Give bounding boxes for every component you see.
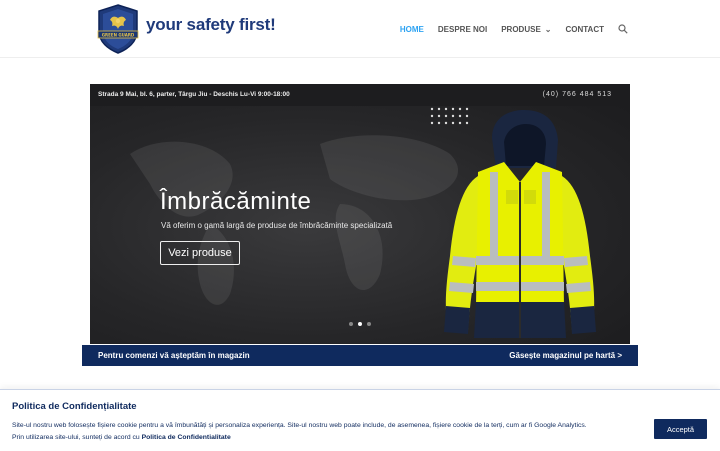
privacy-policy-link[interactable]: Politica de Confidentialitate <box>142 434 231 441</box>
nav-label: DESPRE NOI <box>437 24 488 34</box>
cookie-banner: Politica de Confidențialitate Site-ul no… <box>0 389 720 451</box>
cookie-text-line-1: Site-ul nostru web folosește fișiere coo… <box>12 422 587 429</box>
store-order-text: Pentru comenzi vă așteptăm în magazin <box>98 351 250 360</box>
nav-label: PRODUSE <box>501 24 541 34</box>
hivis-jacket-image <box>444 110 596 338</box>
slider-dot[interactable] <box>349 322 353 326</box>
site-tagline[interactable]: your safety first! <box>146 15 276 35</box>
hero-info-bar: Strada 9 Mai, bl. 6, parter, Târgu Jiu -… <box>90 84 630 106</box>
store-info-bar: Pentru comenzi vă așteptăm în magazin Gă… <box>82 345 638 366</box>
find-store-map-link[interactable]: Găsește magazinul pe hartă > <box>509 351 622 360</box>
store-address: Strada 9 Mai, bl. 6, parter, Târgu Jiu -… <box>98 91 290 98</box>
nav-home[interactable]: HOME <box>400 25 424 34</box>
search-icon[interactable] <box>618 24 628 34</box>
accept-cookies-button[interactable]: Acceptă <box>654 419 707 439</box>
slider-pagination <box>349 322 371 326</box>
cookie-text: Site-ul nostru web folosește fișiere coo… <box>12 420 652 444</box>
cookie-title: Politica de Confidențialitate <box>12 401 137 412</box>
svg-text:GREEN GUARD: GREEN GUARD <box>102 33 135 38</box>
cookie-text-line-2: Prin utilizarea site-ului, sunteți de ac… <box>12 434 142 441</box>
nav-despre-noi[interactable]: DESPRE NOI <box>438 25 487 34</box>
nav-label: HOME <box>399 24 424 34</box>
chevron-down-icon: ⌄ <box>544 24 552 34</box>
nav-label: CONTACT <box>565 24 604 34</box>
nav-produse[interactable]: PRODUSE ⌄ <box>501 25 551 34</box>
slider-dot[interactable] <box>367 322 371 326</box>
site-header: GREEN GUARD your safety first! HOME DESP… <box>0 0 720 58</box>
logo[interactable]: GREEN GUARD <box>96 4 140 54</box>
hero-slider: Strada 9 Mai, bl. 6, parter, Târgu Jiu -… <box>90 84 630 344</box>
nav-contact[interactable]: CONTACT <box>565 25 604 34</box>
slide-subtitle: Vă oferim o gamă largă de produse de îmb… <box>161 221 393 230</box>
main-nav: HOME DESPRE NOI PRODUSE ⌄ CONTACT <box>386 24 628 34</box>
store-phone[interactable]: (40) 766 484 513 <box>543 91 612 98</box>
slide-title: Îmbrăcăminte <box>160 188 312 215</box>
view-products-button[interactable]: Vezi produse <box>160 241 240 265</box>
slider-dot-active[interactable] <box>358 322 362 326</box>
